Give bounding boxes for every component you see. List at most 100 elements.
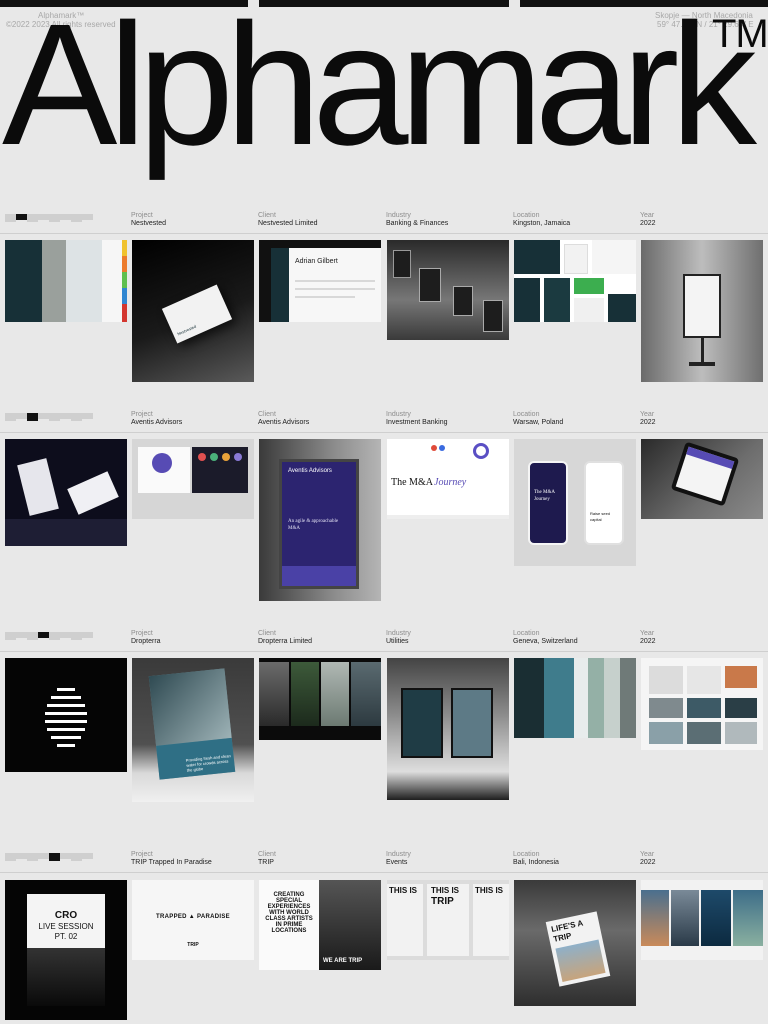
pager-square[interactable] <box>27 632 38 640</box>
pager-square[interactable] <box>5 632 16 640</box>
location-value: Warsaw, Poland <box>513 419 564 426</box>
trip-magazine-tile[interactable]: LIFE'S A TRIP <box>514 880 636 1006</box>
pager-square[interactable] <box>71 413 82 421</box>
this-is-text-2: THIS IS <box>431 886 460 895</box>
aventis-cards-tile[interactable] <box>5 439 127 546</box>
pager-square[interactable] <box>16 853 27 859</box>
field-year: Year 2022 <box>640 411 656 427</box>
dropterra-collage-tile[interactable] <box>641 658 763 750</box>
dropterra-logo-tile[interactable] <box>5 658 127 772</box>
trip-posters-tile[interactable]: THIS IS THIS IS TRIP THIS IS <box>387 880 509 960</box>
cro-line2: PT. 02 <box>54 932 78 941</box>
location-value: Kingston, Jamaica <box>513 220 571 227</box>
drop-stripes-icon <box>45 688 87 747</box>
pager-square[interactable] <box>5 214 16 222</box>
trademark-symbol: TM <box>712 12 768 56</box>
aventis-sign-text: Aventis Advisors <box>288 468 332 474</box>
pager-square[interactable] <box>82 632 93 638</box>
pager-square[interactable] <box>60 413 71 419</box>
industry-label: Industry <box>386 411 411 418</box>
pager-square[interactable] <box>71 853 82 861</box>
dropterra-book-tile[interactable]: Providing fresh and clean water for crow… <box>132 658 254 802</box>
field-industry: Industry Banking & Finances <box>386 212 448 228</box>
aventis-swatches-tile[interactable] <box>132 439 254 519</box>
client-value: TRIP <box>258 859 274 866</box>
field-location: Location Geneva, Switzerland <box>513 630 578 646</box>
year-value: 2022 <box>640 419 656 426</box>
industry-value: Utilities <box>386 638 409 645</box>
pager-square[interactable] <box>71 214 82 222</box>
industry-value: Banking & Finances <box>386 220 449 227</box>
trip-creating-tile[interactable]: CREATING SPECIAL EXPERIENCES WITH WORLD … <box>259 880 381 970</box>
pager-square[interactable] <box>38 853 49 859</box>
pager-square[interactable] <box>38 214 49 220</box>
field-year: Year 2022 <box>640 851 656 867</box>
industry-value: Events <box>386 859 408 866</box>
pager-square[interactable] <box>82 413 93 419</box>
aventis-journey-tile[interactable]: The M&A Journey <box>387 439 509 519</box>
pager-square[interactable] <box>60 214 71 220</box>
nest-kiosk-tile[interactable] <box>641 240 763 382</box>
pager-square[interactable] <box>38 413 49 419</box>
gallery-pager[interactable] <box>5 214 93 222</box>
trip-text-2: TRIP <box>431 896 454 907</box>
nest-palette-tile[interactable] <box>5 240 127 322</box>
pager-square[interactable] <box>27 214 38 222</box>
industry-label: Industry <box>386 212 411 219</box>
journey-title-b: Journey <box>434 477 467 488</box>
project-meta-row: Project TRIP Trapped In Paradise Client TRI… <box>0 851 768 873</box>
field-project: Project Dropterra <box>131 630 161 646</box>
phone-seed-text: Raise seed capital <box>590 511 611 522</box>
pager-square[interactable] <box>38 632 49 638</box>
pager-square[interactable] <box>49 214 60 222</box>
field-location: Location Bali, Indonesia <box>513 851 559 867</box>
location-label: Location <box>513 851 540 858</box>
dropterra-palette-tile[interactable] <box>514 658 636 738</box>
pager-square[interactable] <box>5 413 16 421</box>
gallery-pager[interactable] <box>5 632 93 640</box>
aventis-tablet-tile[interactable] <box>641 439 763 519</box>
gallery-pager[interactable] <box>5 413 93 421</box>
client-label: Client <box>258 212 276 219</box>
dropterra-billboard-tile[interactable] <box>387 658 509 800</box>
nest-dashboard-tile[interactable]: Adrian Gilbert <box>259 240 381 322</box>
creating-text: CREATING SPECIAL EXPERIENCES WITH WORLD … <box>265 892 313 934</box>
pager-square[interactable] <box>82 214 93 220</box>
wordmark[interactable]: Alphamark <box>2 0 757 174</box>
pager-square[interactable] <box>71 632 82 640</box>
field-industry: Industry Events <box>386 851 411 867</box>
pager-square[interactable] <box>16 632 27 638</box>
trip-banner-tile[interactable]: TRAPPED ▲ PARADISE TRIP <box>132 880 254 960</box>
project-value: TRIP Trapped In Paradise <box>131 859 212 866</box>
field-client: Client TRIP <box>258 851 276 867</box>
year-value: 2022 <box>640 859 656 866</box>
pager-square[interactable] <box>49 632 60 640</box>
pager-square[interactable] <box>49 413 60 421</box>
client-value: Aventis Advisors <box>258 419 310 426</box>
dropterra-photos-tile[interactable] <box>259 658 381 740</box>
location-value: Geneva, Switzerland <box>513 638 578 645</box>
pager-square[interactable] <box>49 853 60 861</box>
project-meta-row: Project Aventis Advisors Client Aventis Adv… <box>0 411 768 433</box>
cro-poster-tile[interactable]: CRO LIVE SESSION PT. 02 <box>5 880 127 1020</box>
project-value: Nestvested <box>131 220 167 227</box>
pager-square[interactable] <box>27 413 38 421</box>
field-project: Project TRIP Trapped In Paradise <box>131 851 212 867</box>
pager-square[interactable] <box>27 853 38 861</box>
pager-square[interactable] <box>60 632 71 638</box>
year-value: 2022 <box>640 220 656 227</box>
pager-square[interactable] <box>16 413 27 419</box>
gallery-pager[interactable] <box>5 853 93 861</box>
nest-subway-tile[interactable] <box>387 240 509 340</box>
year-label: Year <box>640 411 655 418</box>
pager-square[interactable] <box>5 853 16 861</box>
pager-square[interactable] <box>82 853 93 859</box>
aventis-poster-tile[interactable]: Aventis Advisors An agile & approachable… <box>259 439 381 601</box>
phone-journey-text: The M&A Journey <box>534 490 555 502</box>
trip-cards-tile[interactable] <box>641 880 763 960</box>
nest-screens-tile[interactable] <box>514 240 636 322</box>
pager-square[interactable] <box>16 214 27 220</box>
pager-square[interactable] <box>60 853 71 859</box>
aventis-phones-tile[interactable]: The M&A Journey Raise seed capital <box>514 439 636 566</box>
nest-business-card-tile[interactable]: Nestvested <box>132 240 254 382</box>
